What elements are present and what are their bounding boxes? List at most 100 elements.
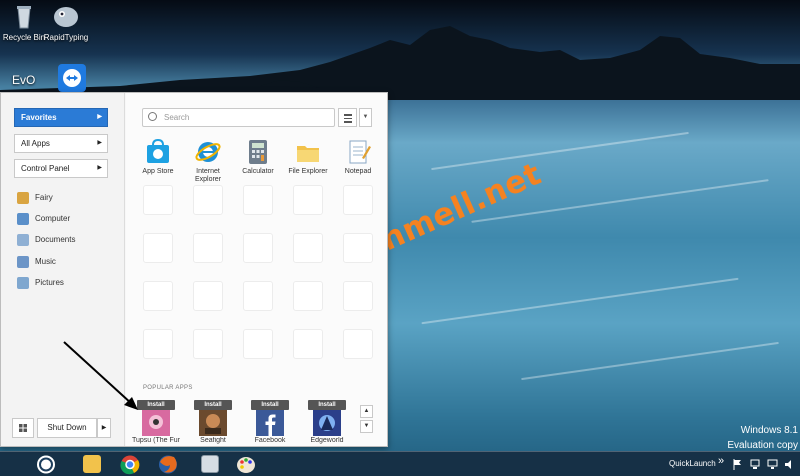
chevron-right-icon: ▶: [97, 140, 102, 146]
nav-control-panel[interactable]: Control Panel ▶: [14, 159, 108, 178]
empty-slot[interactable]: [293, 233, 323, 263]
search-input[interactable]: Search: [142, 108, 335, 127]
shutdown-button[interactable]: Shut Down: [37, 418, 97, 438]
popular-app-edgeworld[interactable]: Install Edgeworld: [301, 400, 353, 444]
start-button[interactable]: [30, 454, 62, 475]
internet-explorer-icon: [194, 138, 222, 166]
empty-slot[interactable]: [243, 185, 273, 215]
place-pictures[interactable]: Pictures: [17, 275, 64, 291]
empty-slot[interactable]: [193, 185, 223, 215]
tupsu-icon: [142, 410, 170, 436]
app-tile-internet-explorer[interactable]: Internet Explorer: [183, 138, 233, 184]
empty-slot[interactable]: [343, 233, 373, 263]
chevron-down-icon: ▼: [362, 114, 369, 120]
popular-app-seafight[interactable]: Install Seafight: [187, 400, 239, 444]
install-button[interactable]: Install: [251, 400, 289, 410]
empty-slot[interactable]: [193, 281, 223, 311]
place-documents[interactable]: Documents: [17, 232, 75, 248]
desktop-icon-rapidtyping[interactable]: RapidTyping: [42, 2, 90, 42]
computer-icon: [17, 212, 29, 225]
action-center-flag-icon[interactable]: [733, 459, 743, 472]
desktop-icon-evo[interactable]: EvO: [0, 64, 48, 95]
chevron-right-icon: ▶: [97, 114, 102, 120]
file-explorer-taskbar[interactable]: [76, 454, 108, 475]
empty-slot[interactable]: [143, 233, 173, 263]
empty-slot[interactable]: [343, 185, 373, 215]
empty-slot[interactable]: [293, 281, 323, 311]
volume-icon[interactable]: [784, 459, 796, 472]
shutdown-options-button[interactable]: ▶: [97, 418, 111, 438]
place-music[interactable]: Music: [17, 254, 56, 270]
start-orb-icon: [37, 455, 55, 474]
windows-logo-button[interactable]: [12, 418, 34, 438]
edgeworld-icon: [313, 410, 341, 436]
quicklaunch-toolbar[interactable]: QuickLaunch: [669, 459, 716, 468]
empty-slot[interactable]: [193, 329, 223, 359]
seafight-icon: [199, 410, 227, 436]
app-tile-notepad[interactable]: Notepad: [333, 138, 383, 176]
empty-slot[interactable]: [143, 281, 173, 311]
place-computer[interactable]: Computer: [17, 211, 70, 227]
evo-icon: EvO: [10, 64, 38, 92]
popular-app-label: Seafight: [200, 437, 226, 444]
list-icon-line: [344, 121, 352, 123]
documents-icon: [17, 233, 29, 246]
os-evaluation-note: Evaluation copy: [727, 440, 798, 451]
desktop-icon-teamviewer[interactable]: [48, 64, 96, 95]
empty-slot[interactable]: [143, 329, 173, 359]
pictures-icon: [17, 276, 29, 289]
popular-app-tupsu[interactable]: Install Tupsu (The Fur: [130, 400, 182, 444]
files-taskbar[interactable]: [194, 454, 226, 475]
network-alt-icon[interactable]: [767, 459, 779, 472]
empty-slot[interactable]: [143, 185, 173, 215]
app-store-icon: [144, 138, 172, 166]
start-menu: Favorites ▶ All Apps ▶ Control Panel ▶ F…: [0, 92, 388, 447]
chevron-expand-icon[interactable]: »: [718, 455, 724, 467]
taskbar: QuickLaunch »: [0, 451, 800, 476]
firefox-taskbar[interactable]: [152, 454, 184, 475]
empty-slot[interactable]: [243, 233, 273, 263]
rock-silhouette: [0, 26, 800, 100]
nav-favorites[interactable]: Favorites ▶: [14, 108, 108, 127]
network-icon[interactable]: [750, 459, 762, 472]
install-button[interactable]: Install: [194, 400, 232, 410]
nav-label: Control Panel: [21, 164, 70, 173]
empty-slot[interactable]: [243, 281, 273, 311]
app-label: Notepad: [344, 168, 372, 175]
nav-all-apps[interactable]: All Apps ▶: [14, 134, 108, 153]
place-fairy[interactable]: Fairy: [17, 190, 53, 206]
app-tile-calculator[interactable]: Calculator: [233, 138, 283, 176]
desktop-icon-recycle-bin[interactable]: Recycle Bin: [0, 2, 48, 42]
view-options-button[interactable]: ▼: [359, 108, 372, 127]
install-button[interactable]: Install: [308, 400, 346, 410]
popular-app-facebook[interactable]: Install Facebook: [244, 400, 296, 444]
app-label: File Explorer: [288, 168, 328, 175]
paint-taskbar[interactable]: [230, 454, 262, 475]
chrome-taskbar[interactable]: [114, 454, 146, 475]
empty-slot[interactable]: [243, 329, 273, 359]
search-icon: [148, 112, 157, 121]
empty-slot[interactable]: [343, 329, 373, 359]
chevron-down-icon: ▼: [363, 423, 370, 429]
documents-icon: [201, 455, 219, 473]
app-label: Internet Explorer: [194, 168, 222, 183]
empty-slot[interactable]: [343, 281, 373, 311]
app-tile-file-explorer[interactable]: File Explorer: [283, 138, 333, 176]
recycle-bin-icon: [10, 2, 38, 30]
app-tile-app-store[interactable]: App Store: [133, 138, 183, 176]
popular-scroll-down-button[interactable]: ▼: [360, 420, 373, 433]
install-button[interactable]: Install: [137, 400, 175, 410]
empty-slot[interactable]: [193, 233, 223, 263]
popular-scroll-up-button[interactable]: ▲: [360, 405, 373, 418]
popular-apps-heading: POPULAR APPS: [143, 385, 193, 391]
user-icon: [17, 191, 29, 204]
empty-slot[interactable]: [293, 329, 323, 359]
music-icon: [17, 255, 29, 268]
nav-label: Favorites: [21, 113, 57, 122]
chrome-icon: [120, 455, 140, 475]
file-explorer-icon: [294, 138, 322, 166]
place-label: Pictures: [35, 278, 64, 287]
calculator-icon: [244, 138, 272, 166]
view-list-button[interactable]: [338, 108, 357, 127]
empty-slot[interactable]: [293, 185, 323, 215]
